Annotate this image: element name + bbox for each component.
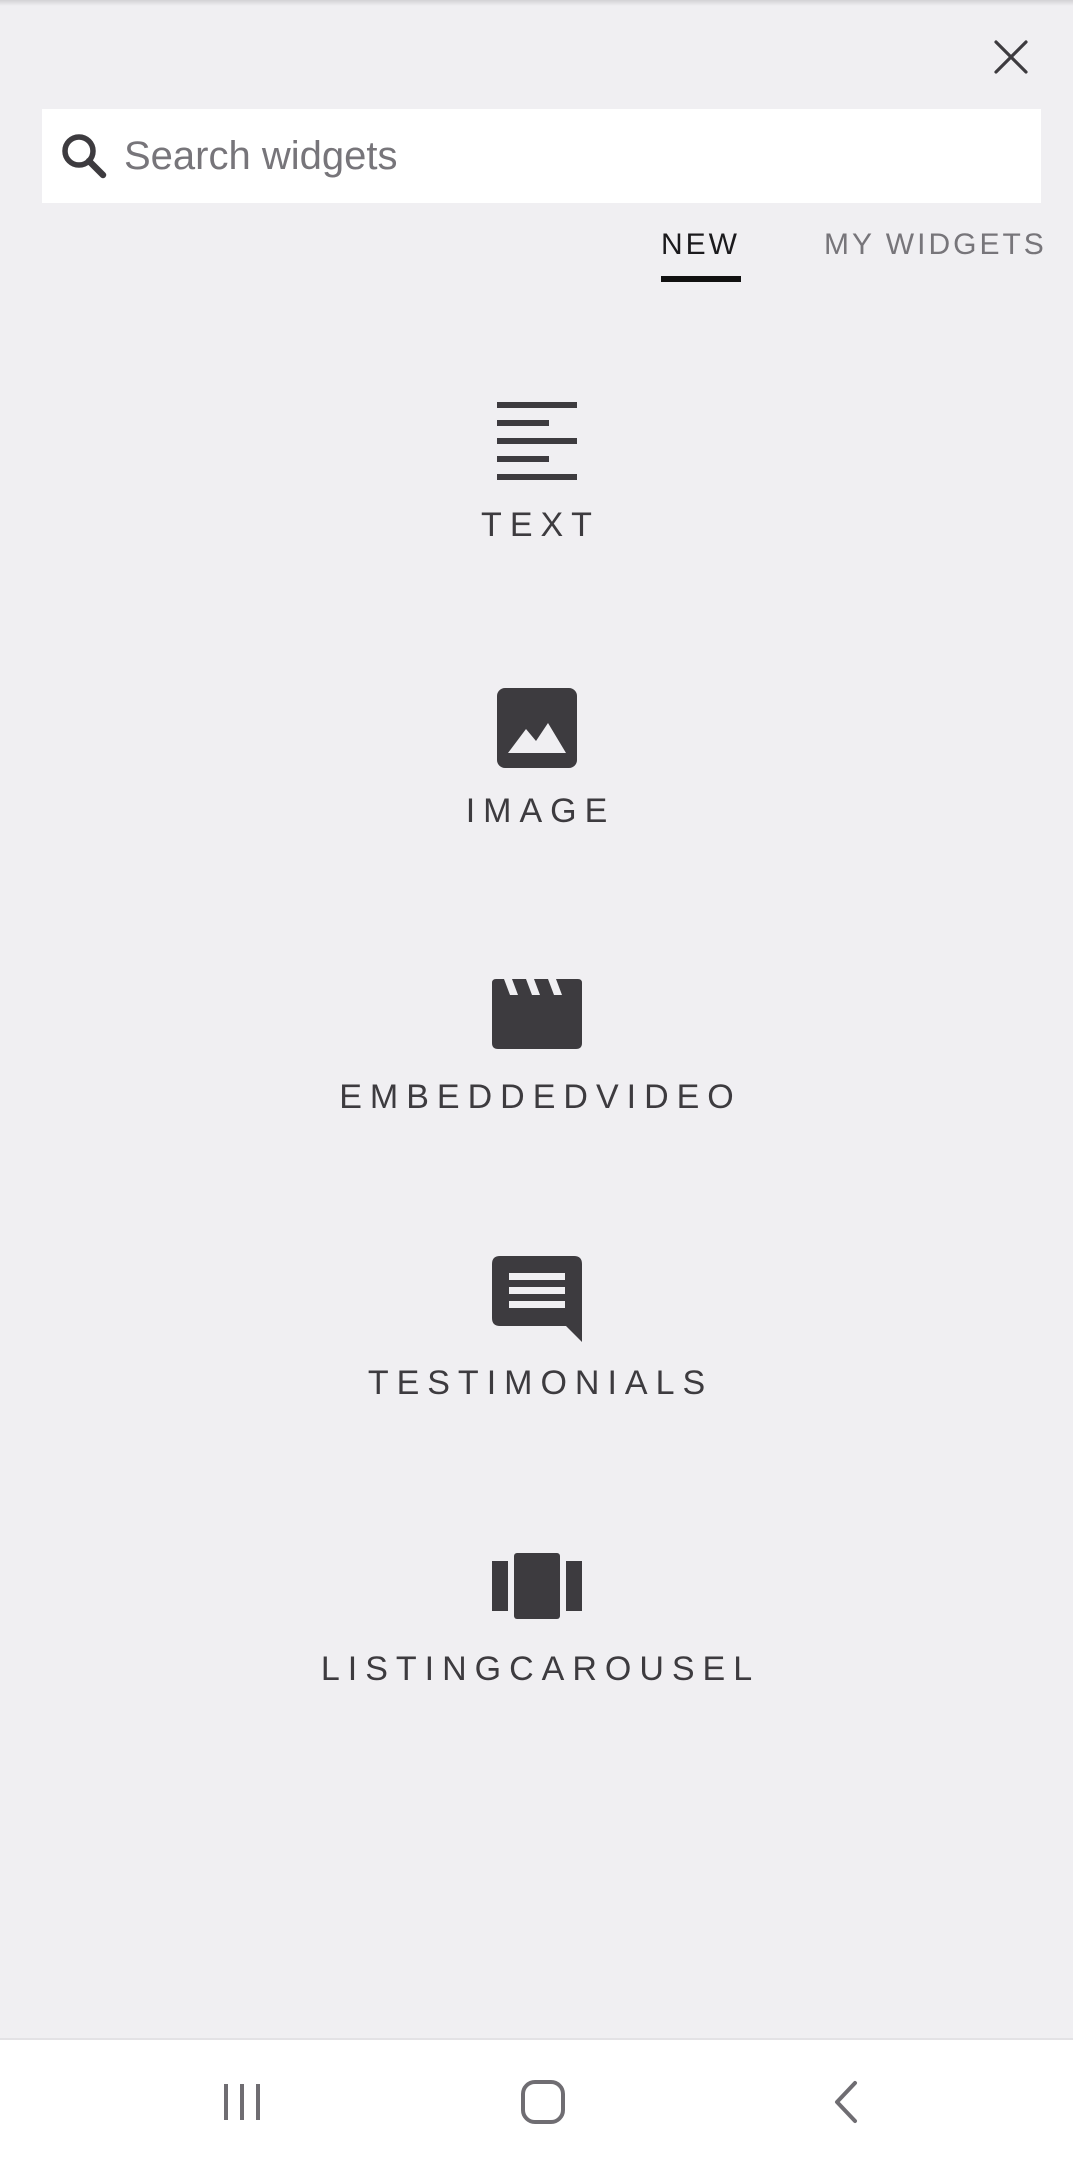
widget-testimonials[interactable]: TESTIMONIALS — [0, 1250, 1073, 1450]
home-button[interactable] — [503, 2062, 583, 2142]
widget-picker-screen: NEW MY WIDGETS TEXT IMAGE — [0, 0, 1073, 2162]
search-box[interactable] — [42, 109, 1041, 203]
top-shadow — [0, 0, 1073, 6]
system-navigation-bar — [0, 2038, 1073, 2162]
widget-label: EMBEDDEDVIDEO — [339, 1078, 742, 1116]
active-tab-underline — [661, 276, 741, 282]
comment-icon — [487, 1250, 587, 1350]
widget-image[interactable]: IMAGE — [0, 678, 1073, 878]
home-icon — [521, 2080, 565, 2124]
tab-my-widgets[interactable]: MY WIDGETS — [824, 228, 1047, 262]
video-clapper-icon — [487, 964, 587, 1064]
back-icon — [835, 2081, 857, 2123]
recent-apps-button[interactable] — [202, 2062, 282, 2142]
recent-apps-icon — [224, 2084, 260, 2120]
widget-label: TEXT — [481, 506, 600, 544]
widget-embedded-video[interactable]: EMBEDDEDVIDEO — [0, 964, 1073, 1164]
widget-label: IMAGE — [465, 792, 616, 830]
widget-text[interactable]: TEXT — [0, 392, 1073, 592]
search-icon — [56, 128, 112, 184]
text-align-left-icon — [487, 392, 587, 492]
tab-new[interactable]: NEW — [661, 228, 740, 262]
close-icon — [994, 40, 1028, 74]
widget-tabs: NEW MY WIDGETS — [0, 228, 1073, 288]
search-input[interactable] — [124, 116, 1004, 196]
widget-listing-carousel[interactable]: LISTINGCAROUSEL — [0, 1536, 1073, 1736]
image-icon — [487, 678, 587, 778]
carousel-icon — [487, 1536, 587, 1636]
widget-label: TESTIMONIALS — [367, 1364, 714, 1402]
widget-label: LISTINGCAROUSEL — [320, 1650, 761, 1688]
back-button[interactable] — [806, 2062, 886, 2142]
close-button[interactable] — [986, 32, 1036, 82]
